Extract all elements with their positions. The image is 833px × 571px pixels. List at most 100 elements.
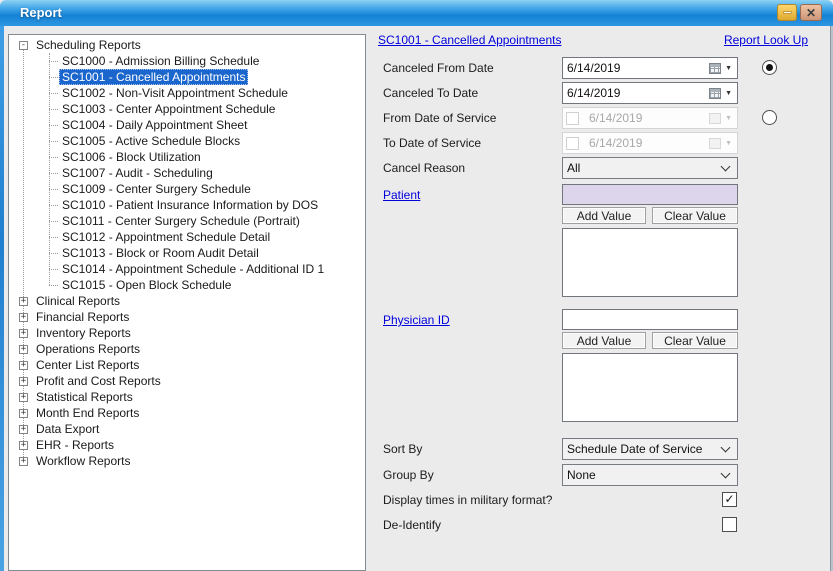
tree-item-label[interactable]: SC1007 - Audit - Scheduling — [59, 165, 216, 181]
tree-item[interactable]: SC1010 - Patient Insurance Information b… — [9, 197, 365, 213]
tree-item[interactable]: SC1012 - Appointment Schedule Detail — [9, 229, 365, 245]
tree-item-label[interactable]: SC1000 - Admission Billing Schedule — [59, 53, 262, 69]
sort-by-select[interactable]: Schedule Date of Service — [562, 438, 738, 460]
tree-item-label[interactable]: Data Export — [33, 421, 102, 437]
tree-item[interactable]: + Statistical Reports — [9, 389, 365, 405]
titlebar[interactable]: Report ✕ — [0, 0, 833, 26]
tree-item-label[interactable]: SC1004 - Daily Appointment Sheet — [59, 117, 250, 133]
tree-item-label[interactable]: SC1011 - Center Surgery Schedule (Portra… — [59, 213, 303, 229]
tree-item-label[interactable]: Inventory Reports — [33, 325, 134, 341]
canceled-from-input[interactable] — [563, 61, 709, 75]
tree-item[interactable]: SC1000 - Admission Billing Schedule — [9, 53, 365, 69]
tree-item-label[interactable]: SC1014 - Appointment Schedule - Addition… — [59, 261, 327, 277]
tree-item[interactable]: SC1014 - Appointment Schedule - Addition… — [9, 261, 365, 277]
report-title-link[interactable]: SC1001 - Cancelled Appointments — [378, 33, 561, 47]
physician-value-list[interactable] — [562, 353, 738, 422]
canceled-date-radio[interactable] — [762, 60, 777, 75]
tree-item-label[interactable]: Profit and Cost Reports — [33, 373, 164, 389]
patient-input[interactable] — [562, 184, 738, 205]
tree-item[interactable]: -Scheduling Reports — [9, 37, 365, 53]
expand-icon[interactable]: + — [19, 393, 28, 402]
tree-item-label[interactable]: SC1010 - Patient Insurance Information b… — [59, 197, 321, 213]
tree-item[interactable]: + EHR - Reports — [9, 437, 365, 453]
tree-item[interactable]: + Center List Reports — [9, 357, 365, 373]
close-button[interactable]: ✕ — [800, 4, 822, 21]
patient-add-value-button[interactable]: Add Value — [562, 207, 646, 224]
tree-item[interactable]: SC1004 - Daily Appointment Sheet — [9, 117, 365, 133]
tree-item-label[interactable]: Center List Reports — [33, 357, 142, 373]
to-dos-datepicker[interactable]: ▼ — [562, 132, 738, 154]
expand-icon[interactable]: + — [19, 425, 28, 434]
tree-item-label[interactable]: SC1003 - Center Appointment Schedule — [59, 101, 278, 117]
tree-item-label[interactable]: Clinical Reports — [33, 293, 123, 309]
expand-icon[interactable]: + — [19, 441, 28, 450]
expand-icon[interactable]: + — [19, 345, 28, 354]
tree-item-label[interactable]: SC1005 - Active Schedule Blocks — [59, 133, 243, 149]
tree-item[interactable]: + Profit and Cost Reports — [9, 373, 365, 389]
patient-clear-value-button[interactable]: Clear Value — [652, 207, 738, 224]
tree-item-label[interactable]: SC1009 - Center Surgery Schedule — [59, 181, 254, 197]
deidentify-checkbox[interactable] — [722, 517, 737, 532]
tree-item[interactable]: + Inventory Reports — [9, 325, 365, 341]
expand-icon[interactable]: + — [19, 409, 28, 418]
group-by-select[interactable]: None — [562, 464, 738, 486]
tree-item[interactable]: SC1011 - Center Surgery Schedule (Portra… — [9, 213, 365, 229]
tree-item-label[interactable]: Workflow Reports — [33, 453, 133, 469]
canceled-to-datepicker[interactable]: ▼ — [562, 82, 738, 104]
minimize-button[interactable] — [777, 4, 797, 21]
physician-id-link[interactable]: Physician ID — [383, 313, 450, 327]
tree-item-label[interactable]: SC1006 - Block Utilization — [59, 149, 204, 165]
patient-link[interactable]: Patient — [383, 188, 420, 202]
cancel-reason-select[interactable]: All — [562, 157, 738, 179]
tree-item[interactable]: SC1006 - Block Utilization — [9, 149, 365, 165]
tree-item[interactable]: + Clinical Reports — [9, 293, 365, 309]
expand-icon[interactable]: + — [19, 313, 28, 322]
tree-item-label[interactable]: Statistical Reports — [33, 389, 136, 405]
tree-item[interactable]: SC1015 - Open Block Schedule — [9, 277, 365, 293]
tree-item[interactable]: SC1001 - Cancelled Appointments — [9, 69, 365, 85]
tree-item-label[interactable]: EHR - Reports — [33, 437, 117, 453]
tree-item-label[interactable]: SC1015 - Open Block Schedule — [59, 277, 234, 293]
canceled-to-input[interactable] — [563, 86, 709, 100]
tree-item-label[interactable]: SC1012 - Appointment Schedule Detail — [59, 229, 273, 245]
from-dos-checkbox[interactable] — [566, 112, 579, 125]
expand-icon[interactable]: + — [19, 361, 28, 370]
calendar-icon[interactable] — [709, 63, 721, 74]
expand-icon[interactable]: + — [19, 297, 28, 306]
tree-item[interactable]: + Data Export — [9, 421, 365, 437]
tree-item[interactable]: + Financial Reports — [9, 309, 365, 325]
expand-icon[interactable]: + — [19, 377, 28, 386]
service-date-radio[interactable] — [762, 110, 777, 125]
expand-icon[interactable]: + — [19, 329, 28, 338]
physician-clear-value-button[interactable]: Clear Value — [652, 332, 738, 349]
tree-item[interactable]: SC1009 - Center Surgery Schedule — [9, 181, 365, 197]
calendar-icon[interactable] — [709, 88, 721, 99]
tree-item[interactable]: SC1002 - Non-Visit Appointment Schedule — [9, 85, 365, 101]
tree-item[interactable]: SC1005 - Active Schedule Blocks — [9, 133, 365, 149]
tree-item-label[interactable]: SC1013 - Block or Room Audit Detail — [59, 245, 262, 261]
tree-item-label[interactable]: Operations Reports — [33, 341, 143, 357]
dropdown-arrow-icon[interactable]: ▼ — [725, 65, 732, 72]
tree-item[interactable]: + Month End Reports — [9, 405, 365, 421]
expand-icon[interactable]: + — [19, 457, 28, 466]
tree-item[interactable]: SC1003 - Center Appointment Schedule — [9, 101, 365, 117]
to-dos-checkbox[interactable] — [566, 137, 579, 150]
from-dos-datepicker[interactable]: ▼ — [562, 107, 738, 129]
collapse-icon[interactable]: - — [19, 41, 28, 50]
report-lookup-link[interactable]: Report Look Up — [724, 33, 808, 47]
patient-value-list[interactable] — [562, 228, 738, 297]
tree-item-label[interactable]: Scheduling Reports — [33, 37, 144, 53]
physician-id-input[interactable] — [562, 309, 738, 330]
military-format-checkbox[interactable]: ✓ — [722, 492, 737, 507]
tree-item[interactable]: SC1007 - Audit - Scheduling — [9, 165, 365, 181]
tree-item-label[interactable]: Month End Reports — [33, 405, 142, 421]
tree-item[interactable]: SC1013 - Block or Room Audit Detail — [9, 245, 365, 261]
tree-item[interactable]: + Workflow Reports — [9, 453, 365, 469]
canceled-from-datepicker[interactable]: ▼ — [562, 57, 738, 79]
tree-item-label[interactable]: SC1001 - Cancelled Appointments — [59, 69, 248, 85]
tree-item-label[interactable]: Financial Reports — [33, 309, 132, 325]
dropdown-arrow-icon[interactable]: ▼ — [725, 90, 732, 97]
tree-item[interactable]: + Operations Reports — [9, 341, 365, 357]
tree-item-label[interactable]: SC1002 - Non-Visit Appointment Schedule — [59, 85, 291, 101]
physician-add-value-button[interactable]: Add Value — [562, 332, 646, 349]
